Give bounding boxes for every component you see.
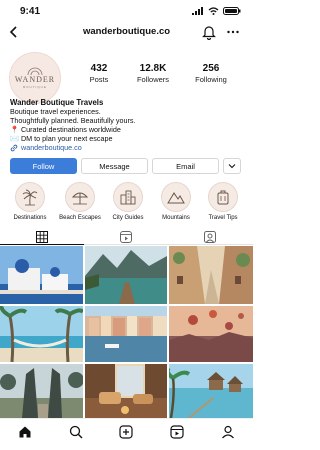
- santorini-photo: [0, 246, 83, 304]
- overwater-villas-photo: [169, 364, 253, 418]
- avatar-logo-text: WANDER: [14, 75, 56, 84]
- grid-post[interactable]: [169, 364, 253, 418]
- highlight-cover: [161, 182, 191, 212]
- message-button[interactable]: Message: [81, 158, 148, 174]
- stat-following[interactable]: 256 Following: [181, 63, 241, 84]
- stat-followers[interactable]: 12.8K Followers: [123, 63, 183, 84]
- grid-post[interactable]: [85, 364, 167, 418]
- search-icon: [69, 425, 83, 438]
- status-bar: 9:41: [0, 0, 253, 22]
- nav-home[interactable]: [17, 424, 33, 440]
- stat-value: 12.8K: [139, 63, 167, 74]
- grid-post[interactable]: [0, 306, 83, 362]
- more-options-icon[interactable]: [226, 24, 240, 40]
- profile-actions: Follow Message Email: [10, 158, 243, 174]
- stat-value: 256: [202, 63, 220, 74]
- battery-icon: [223, 7, 241, 15]
- signal-icon: [192, 7, 203, 15]
- stat-label: Following: [195, 75, 227, 84]
- grid-icon: [36, 230, 48, 243]
- tab-tagged[interactable]: [168, 229, 252, 245]
- nav-search[interactable]: [68, 424, 84, 440]
- profile-bio: Wander Boutique Travels Boutique travel …: [10, 98, 245, 152]
- content-tabs: [0, 227, 253, 245]
- avatar[interactable]: WANDER BOUTIQUE: [9, 52, 61, 104]
- grid-post[interactable]: [169, 306, 253, 362]
- highlight-label: Mountains: [162, 215, 190, 221]
- balloons-photo: [169, 306, 253, 362]
- tab-posts[interactable]: [0, 229, 84, 245]
- stat-label: Posts: [89, 75, 109, 84]
- nav-profile[interactable]: [220, 424, 236, 440]
- bottom-nav: [0, 418, 253, 450]
- suggestions-button[interactable]: [223, 158, 241, 174]
- reels-icon: [120, 231, 132, 243]
- profile-summary: WANDER BOUTIQUE 432 Posts 12.8K Follower…: [0, 52, 253, 104]
- cozy-lodge-photo: [85, 364, 167, 418]
- bell-icon[interactable]: [202, 24, 216, 40]
- stat-value: 432: [90, 63, 108, 74]
- grid-post[interactable]: [169, 246, 253, 304]
- highlight-cover: [113, 182, 143, 212]
- nav-reels[interactable]: [169, 424, 185, 440]
- highlight-cover: [208, 182, 238, 212]
- status-time: 9:41: [20, 5, 41, 17]
- bio-line: 📍 Curated destinations worldwide: [10, 125, 121, 134]
- highlight-label: City Guides: [112, 215, 144, 221]
- avatar-logo-subtext: BOUTIQUE: [23, 85, 47, 89]
- highlight-cover: [65, 182, 95, 212]
- highlight-mountains[interactable]: Mountains: [152, 182, 200, 221]
- sun-icon: [27, 67, 43, 75]
- grid-post[interactable]: [0, 246, 83, 304]
- email-button[interactable]: Email: [152, 158, 219, 174]
- photo-grid: [0, 246, 253, 418]
- umbrella-icon: [71, 192, 89, 205]
- grid-post[interactable]: [0, 364, 83, 418]
- bio-link[interactable]: wanderboutique.co: [10, 143, 245, 152]
- hammock-beach-photo: [0, 306, 83, 362]
- reels-icon: [170, 424, 184, 439]
- temple-gate-photo: [0, 364, 83, 418]
- stat-posts[interactable]: 432 Posts: [69, 63, 129, 84]
- harbor-town-photo: [85, 306, 167, 362]
- highlight-label: Travel Tips: [208, 215, 238, 221]
- grid-post[interactable]: [85, 306, 167, 362]
- bio-line: Thoughtfully planned. Beautifully yours.: [10, 116, 136, 125]
- highlight-travel-tips[interactable]: Travel Tips: [199, 182, 247, 221]
- highlight-label: Beach Escapes: [59, 215, 101, 221]
- lake-dock-photo: [85, 246, 167, 304]
- stat-label: Followers: [136, 75, 170, 84]
- nav-create[interactable]: [118, 424, 134, 440]
- highlight-label: Destinations: [13, 215, 47, 221]
- home-icon: [19, 426, 31, 437]
- village-street-photo: [169, 246, 253, 304]
- mountains-icon: [167, 192, 185, 204]
- bio-name: Wander Boutique Travels: [10, 98, 104, 107]
- highlight-destinations[interactable]: Destinations: [6, 182, 54, 221]
- profile-icon: [221, 425, 234, 438]
- follow-button[interactable]: Follow: [10, 158, 77, 174]
- bio-line: ✉️ DM to plan your next escape: [10, 134, 113, 143]
- story-highlights: Destinations Beach Escapes City Guides M…: [0, 182, 253, 226]
- suitcase-icon: [217, 190, 229, 205]
- tab-reels[interactable]: [84, 229, 168, 245]
- wifi-icon: [208, 7, 219, 15]
- chevron-down-icon: [228, 164, 236, 169]
- add-post-icon: [119, 424, 134, 439]
- status-icons: [192, 7, 241, 15]
- link-icon: [10, 144, 18, 151]
- bio-link-text: wanderboutique.co: [21, 143, 82, 152]
- highlight-beach-escapes[interactable]: Beach Escapes: [56, 182, 104, 221]
- tagged-icon: [204, 231, 216, 243]
- highlight-cover: [15, 182, 45, 212]
- highlight-city-guides[interactable]: City Guides: [104, 182, 152, 221]
- buildings-icon: [120, 190, 136, 205]
- grid-post[interactable]: [85, 246, 167, 304]
- profile-header: wanderboutique.co: [0, 22, 253, 42]
- bio-line: Boutique travel experiences.: [10, 107, 101, 116]
- palm-tree-icon: [22, 189, 38, 206]
